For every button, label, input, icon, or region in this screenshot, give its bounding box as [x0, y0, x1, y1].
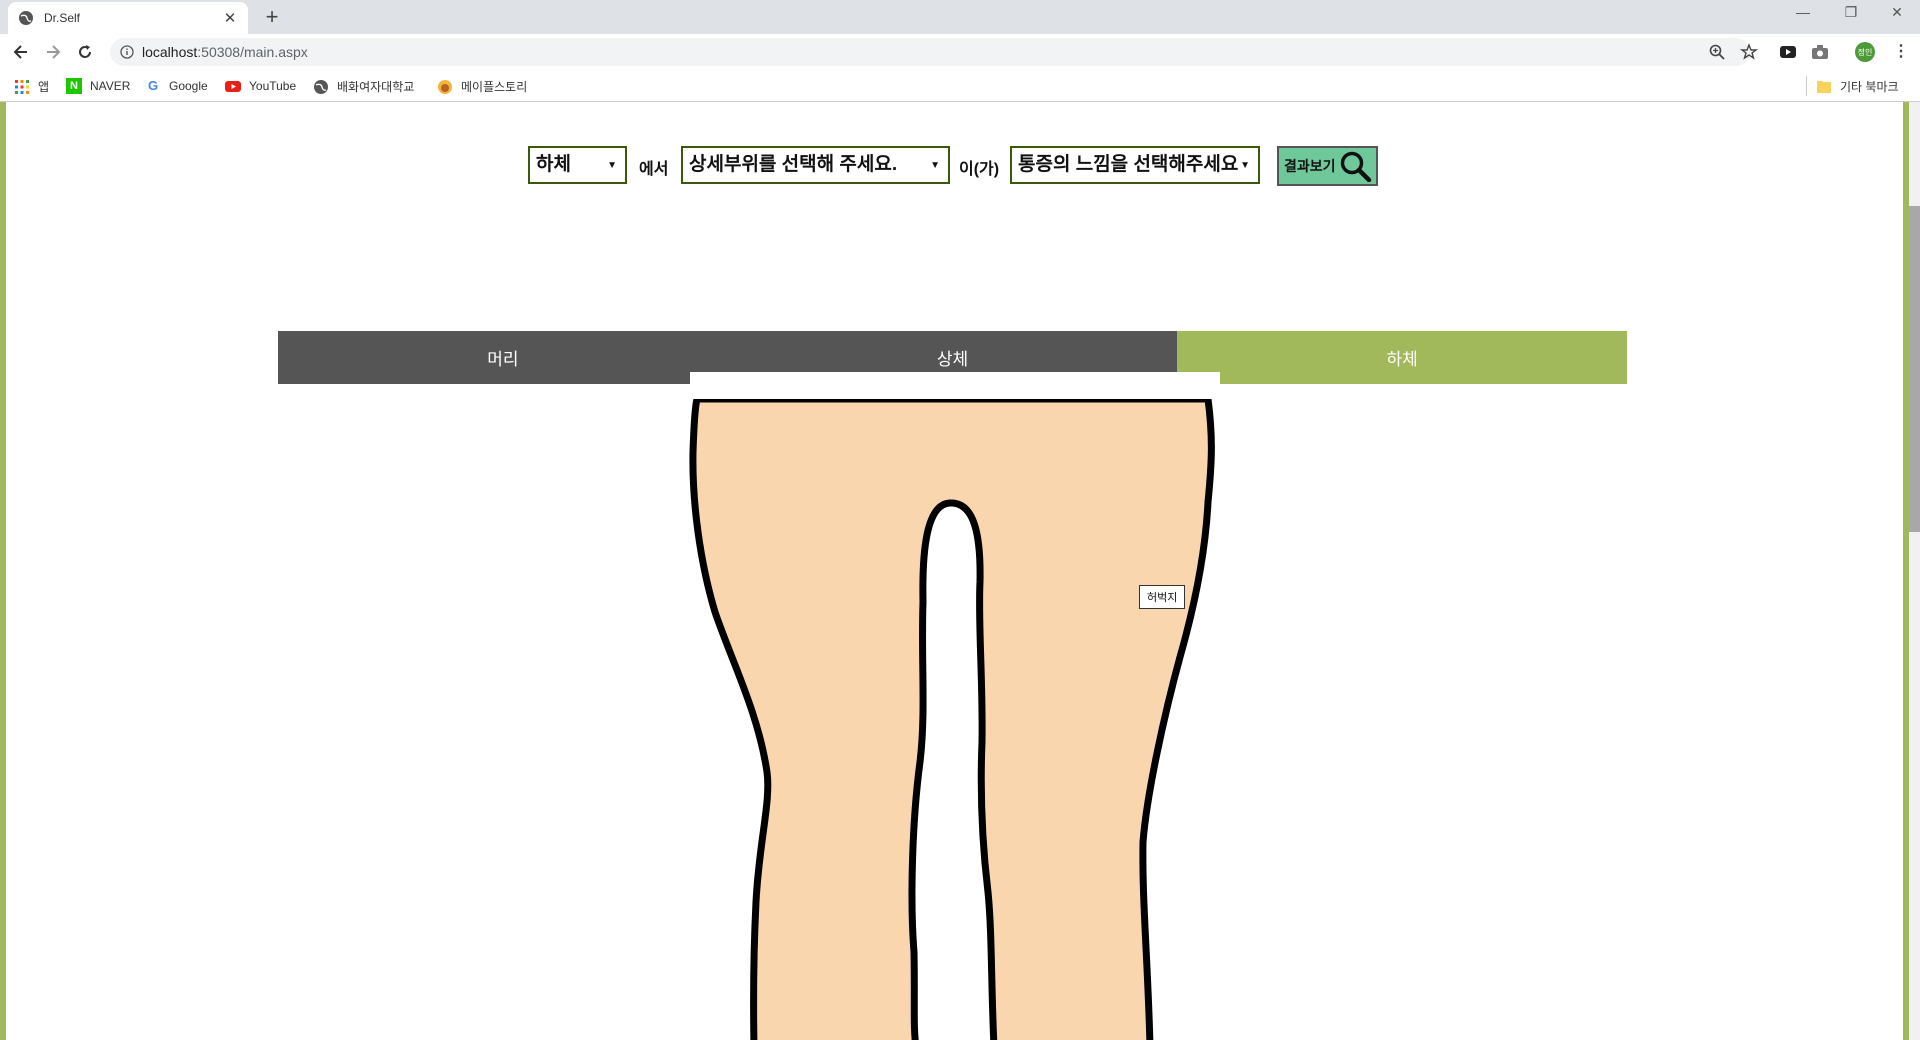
- bookmark-star-icon[interactable]: [1740, 43, 1758, 61]
- bookmark-label: 기타 북마크: [1840, 80, 1899, 94]
- page-viewport: 하체 ▼ 에서 상세부위를 선택해 주세요. ▼ 이(가) 통증의 느낌을 선택…: [0, 102, 1920, 1040]
- browser-tab[interactable]: Dr.Self ✕: [8, 2, 248, 34]
- bookmark-apps[interactable]: 앱: [14, 78, 49, 95]
- bookmark-google[interactable]: G Google: [145, 78, 208, 94]
- body-part-tooltip: 허벅지: [1139, 585, 1186, 609]
- bookmarks-divider: [1806, 76, 1807, 96]
- folder-icon: [1817, 80, 1831, 93]
- bookmark-label: 메이플스토리: [461, 80, 528, 94]
- restore-icon[interactable]: ❐: [1836, 4, 1866, 21]
- new-tab-button[interactable]: +: [258, 4, 286, 30]
- maplestory-icon: [438, 79, 452, 94]
- legs-top-mask: [690, 372, 1220, 399]
- menu-kebab-icon[interactable]: ⋮: [1893, 41, 1909, 61]
- bookmark-baewha[interactable]: 배화여자대학교: [313, 78, 414, 95]
- bookmark-maplestory[interactable]: 메이플스토리: [437, 78, 527, 95]
- bookmarks-bar: 앱 N NAVER G Google YouTube 배화여자대학교 메이플스토…: [0, 70, 1920, 102]
- bookmark-label: 배화여자대학교: [337, 80, 415, 94]
- camera-extension-icon[interactable]: [1811, 43, 1829, 61]
- url-text: localhost:50308/main.aspx: [142, 44, 308, 60]
- info-icon[interactable]: [120, 45, 134, 59]
- window-close-icon[interactable]: ✕: [1882, 4, 1912, 21]
- bookmark-naver[interactable]: N NAVER: [66, 78, 130, 94]
- browser-tab-bar: Dr.Self ✕ + — ❐ ✕: [0, 0, 1920, 34]
- bookmark-label: Google: [169, 79, 208, 93]
- youtube-icon: [225, 81, 241, 92]
- profile-avatar[interactable]: 정인: [1855, 42, 1875, 62]
- globe-icon: [19, 11, 33, 25]
- bookmark-youtube[interactable]: YouTube: [225, 78, 296, 94]
- minimize-icon[interactable]: —: [1788, 4, 1818, 20]
- lower-body-illustration: [689, 372, 1220, 1040]
- reload-icon[interactable]: [75, 42, 95, 62]
- bookmark-label: YouTube: [249, 79, 297, 93]
- browser-toolbar: localhost:50308/main.aspx 정인 ⋮: [0, 34, 1920, 70]
- address-bar[interactable]: localhost:50308/main.aspx: [110, 38, 1758, 66]
- legs-shape[interactable]: [689, 395, 1215, 1040]
- close-tab-icon[interactable]: ✕: [222, 9, 238, 27]
- apps-grid-icon: [15, 79, 29, 94]
- forward-icon[interactable]: [43, 42, 63, 62]
- back-icon[interactable]: [11, 42, 31, 62]
- bookmark-label: NAVER: [90, 79, 131, 93]
- globe-icon: [314, 79, 328, 94]
- tab-title: Dr.Self: [44, 11, 81, 25]
- zoom-icon[interactable]: [1708, 43, 1726, 61]
- youtube-extension-icon[interactable]: [1779, 43, 1797, 61]
- bookmark-other[interactable]: 기타 북마크: [1816, 78, 1899, 95]
- profile-initial: 정인: [1857, 47, 1873, 57]
- bookmark-label: 앱: [38, 80, 50, 94]
- naver-icon: N: [66, 78, 82, 94]
- google-icon: G: [147, 78, 159, 93]
